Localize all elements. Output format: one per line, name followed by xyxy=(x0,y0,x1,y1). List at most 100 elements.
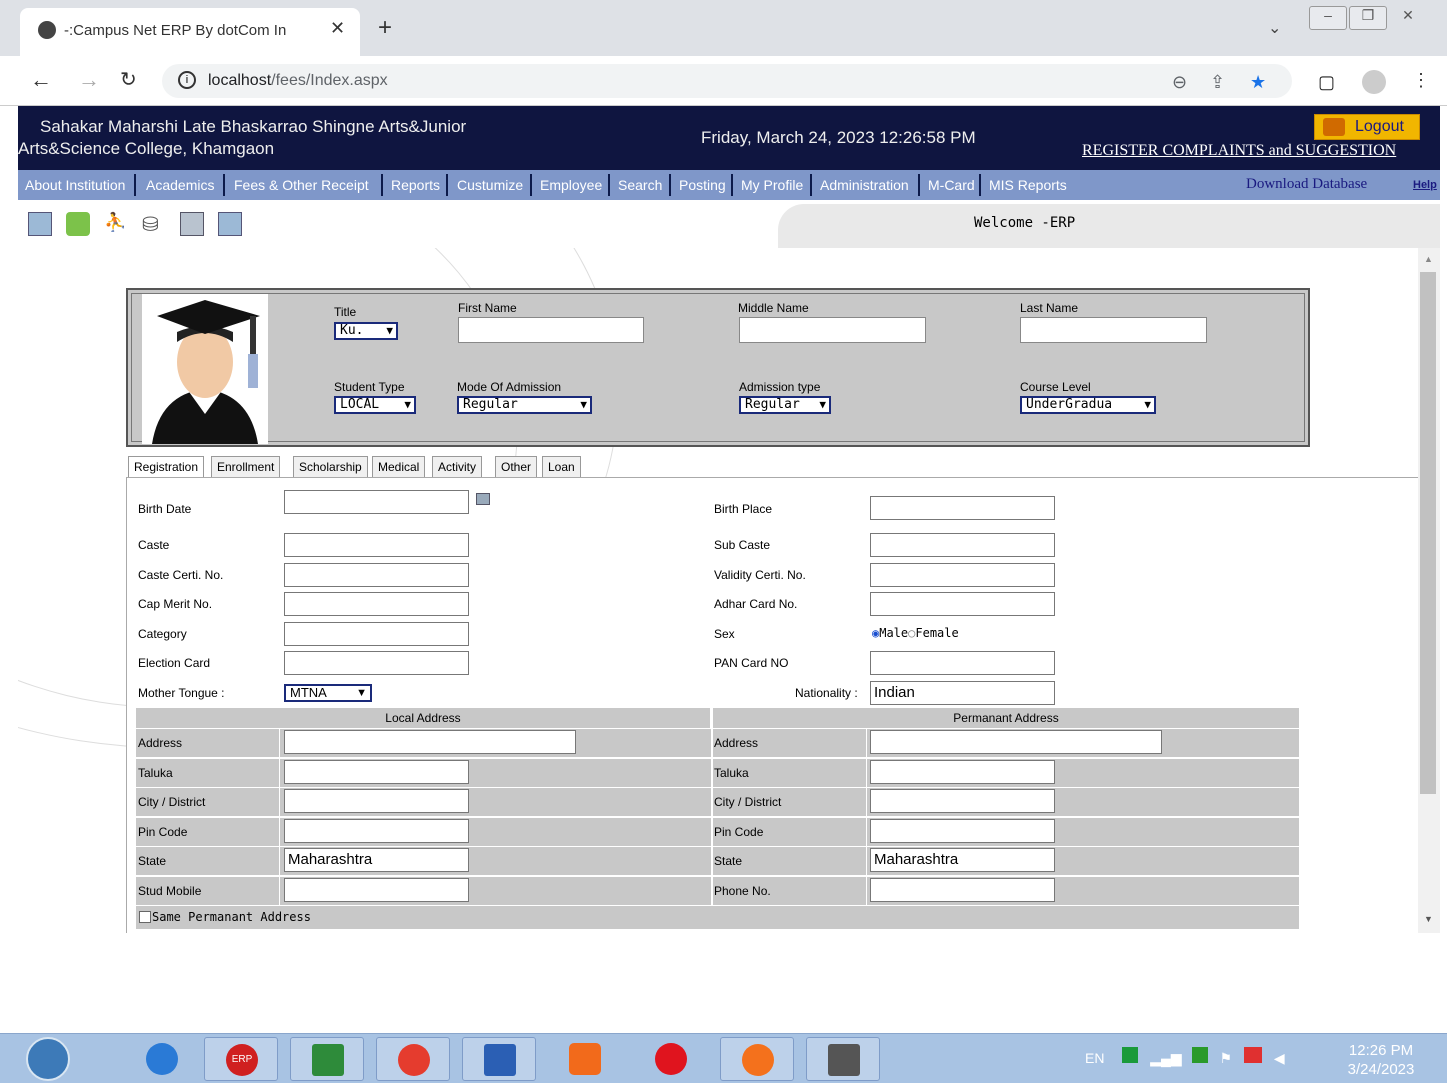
forward-button[interactable]: → xyxy=(78,67,100,93)
tab-enrollment[interactable]: Enrollment xyxy=(211,456,281,477)
birth-place-input[interactable] xyxy=(870,496,1055,520)
scrollbar-thumb[interactable] xyxy=(1420,272,1436,794)
mode-of-admission-select[interactable]: Regular ▼ xyxy=(457,396,592,414)
taskbar-opera[interactable] xyxy=(634,1037,708,1081)
adhar-card-input[interactable] xyxy=(870,592,1055,616)
logout-button[interactable]: Logout xyxy=(1314,114,1420,140)
menu-item-employee[interactable]: Employee xyxy=(540,177,602,193)
tab-other[interactable]: Other xyxy=(495,456,538,477)
local-address-input[interactable] xyxy=(284,730,576,754)
menu-item-administration[interactable]: Administration xyxy=(820,177,909,193)
register-complaints-link[interactable]: REGISTER COMPLAINTS and SUGGESTION xyxy=(1082,142,1396,160)
menu-item-m-card[interactable]: M-Card xyxy=(928,177,975,193)
download-database-link[interactable]: Download Database xyxy=(1246,176,1367,193)
arrow-right-icon[interactable] xyxy=(66,212,90,236)
maximize-button[interactable]: ❐ xyxy=(1349,6,1387,30)
volume-icon[interactable]: ◀ xyxy=(1274,1050,1285,1066)
reload-button[interactable]: ↻ xyxy=(120,67,137,92)
help-link[interactable]: Help xyxy=(1413,179,1437,191)
minimize-button[interactable]: – xyxy=(1309,6,1347,30)
network-icon[interactable]: ▂▄▆ xyxy=(1150,1050,1181,1066)
perm-city-input[interactable] xyxy=(870,789,1055,813)
admission-type-select[interactable]: Regular ▼ xyxy=(739,396,831,414)
mother-tongue-select[interactable]: MTNA ▼ xyxy=(284,684,372,702)
first-name-input[interactable] xyxy=(458,317,644,343)
tab-loan[interactable]: Loan xyxy=(542,456,581,477)
taskbar-media[interactable] xyxy=(548,1037,622,1081)
sub-caste-input[interactable] xyxy=(870,533,1055,557)
printer-icon[interactable] xyxy=(180,212,204,236)
taskbar-erp[interactable]: ERP xyxy=(204,1037,278,1081)
browser-tab[interactable]: -:Campus Net ERP By dotCom In ✕ xyxy=(20,8,360,56)
caste-input[interactable] xyxy=(284,533,469,557)
start-button[interactable] xyxy=(26,1037,70,1081)
teacher-icon[interactable]: ⛹ xyxy=(104,212,128,236)
vertical-scrollbar[interactable]: ▲ ▼ xyxy=(1418,248,1440,933)
menu-item-academics[interactable]: Academics xyxy=(146,177,214,193)
flag-icon[interactable]: ⚑ xyxy=(1219,1050,1232,1066)
profile-avatar-icon[interactable] xyxy=(1362,70,1386,94)
category-input[interactable] xyxy=(284,622,469,646)
taskbar-chrome[interactable] xyxy=(376,1037,450,1081)
info-icon[interactable]: i xyxy=(178,71,196,89)
menu-item-mis-reports[interactable]: MIS Reports xyxy=(989,177,1067,193)
menu-item-my-profile[interactable]: My Profile xyxy=(741,177,803,193)
language-indicator[interactable]: EN xyxy=(1085,1050,1104,1066)
perm-pin-input[interactable] xyxy=(870,819,1055,843)
database-icon[interactable]: ⛁ xyxy=(142,212,166,236)
calendar-icon[interactable] xyxy=(476,493,490,505)
share-icon[interactable]: ⇪ xyxy=(1210,72,1225,93)
middle-name-input[interactable] xyxy=(739,317,926,343)
menu-item-reports[interactable]: Reports xyxy=(391,177,440,193)
tab-medical[interactable]: Medical xyxy=(372,456,426,477)
star-icon[interactable]: ★ xyxy=(1250,72,1266,93)
nationality-input[interactable]: Indian xyxy=(870,681,1055,705)
taskbar-excel[interactable] xyxy=(290,1037,364,1081)
local-state-input[interactable]: Maharashtra xyxy=(284,848,469,872)
title-select[interactable]: Ku. ▼ xyxy=(334,322,398,340)
scroll-down-icon[interactable]: ▼ xyxy=(1424,914,1433,924)
menu-item-posting[interactable]: Posting xyxy=(679,177,726,193)
caste-certi-input[interactable] xyxy=(284,563,469,587)
menu-item-search[interactable]: Search xyxy=(618,177,662,193)
student-avatar[interactable] xyxy=(142,294,268,444)
url-field[interactable]: i localhost/fees/Index.aspx ⊖ ⇪ ★ xyxy=(162,64,1292,98)
taskbar-ie[interactable] xyxy=(125,1037,199,1081)
menu-item-fees[interactable]: Fees & Other Receipt xyxy=(234,177,369,193)
local-taluka-input[interactable] xyxy=(284,760,469,784)
nvidia-icon[interactable] xyxy=(1191,1047,1208,1063)
phone-input[interactable] xyxy=(870,878,1055,902)
zoom-icon[interactable]: ⊖ xyxy=(1172,72,1187,93)
chevron-down-icon[interactable]: ⌄ xyxy=(1268,18,1281,38)
back-button[interactable]: ← xyxy=(30,67,52,93)
new-tab-button[interactable]: + xyxy=(378,14,392,42)
same-address-checkbox[interactable] xyxy=(139,911,151,923)
pan-card-input[interactable] xyxy=(870,651,1055,675)
last-name-input[interactable] xyxy=(1020,317,1207,343)
student-type-select[interactable]: LOCAL ▼ xyxy=(334,396,416,414)
cap-merit-input[interactable] xyxy=(284,592,469,616)
validity-certi-input[interactable] xyxy=(870,563,1055,587)
antivirus-icon[interactable] xyxy=(1243,1047,1262,1063)
taskbar-printer[interactable] xyxy=(806,1037,880,1081)
local-pin-input[interactable] xyxy=(284,819,469,843)
close-window-button[interactable]: ✕ xyxy=(1389,7,1427,31)
close-icon[interactable]: ✕ xyxy=(330,18,345,39)
course-level-select[interactable]: UnderGradua ▼ xyxy=(1020,396,1156,414)
tab-activity[interactable]: Activity xyxy=(432,456,483,477)
taskbar-firefox[interactable] xyxy=(720,1037,794,1081)
system-clock[interactable]: 12:26 PM 3/24/2023 xyxy=(1338,1041,1424,1079)
birth-date-input[interactable] xyxy=(284,490,469,514)
perm-address-input[interactable] xyxy=(870,730,1162,754)
stud-mobile-input[interactable] xyxy=(284,878,469,902)
menu-dots-icon[interactable]: ⋮ xyxy=(1412,70,1430,91)
taskbar-word[interactable] xyxy=(462,1037,536,1081)
report-icon[interactable] xyxy=(28,212,52,236)
scroll-up-icon[interactable]: ▲ xyxy=(1424,254,1433,264)
perm-taluka-input[interactable] xyxy=(870,760,1055,784)
local-city-input[interactable] xyxy=(284,789,469,813)
menu-item-about-institution[interactable]: About Institution xyxy=(25,177,125,193)
tab-scholarship[interactable]: Scholarship xyxy=(293,456,368,477)
document-icon[interactable] xyxy=(218,212,242,236)
menu-item-custumize[interactable]: Custumize xyxy=(457,177,523,193)
